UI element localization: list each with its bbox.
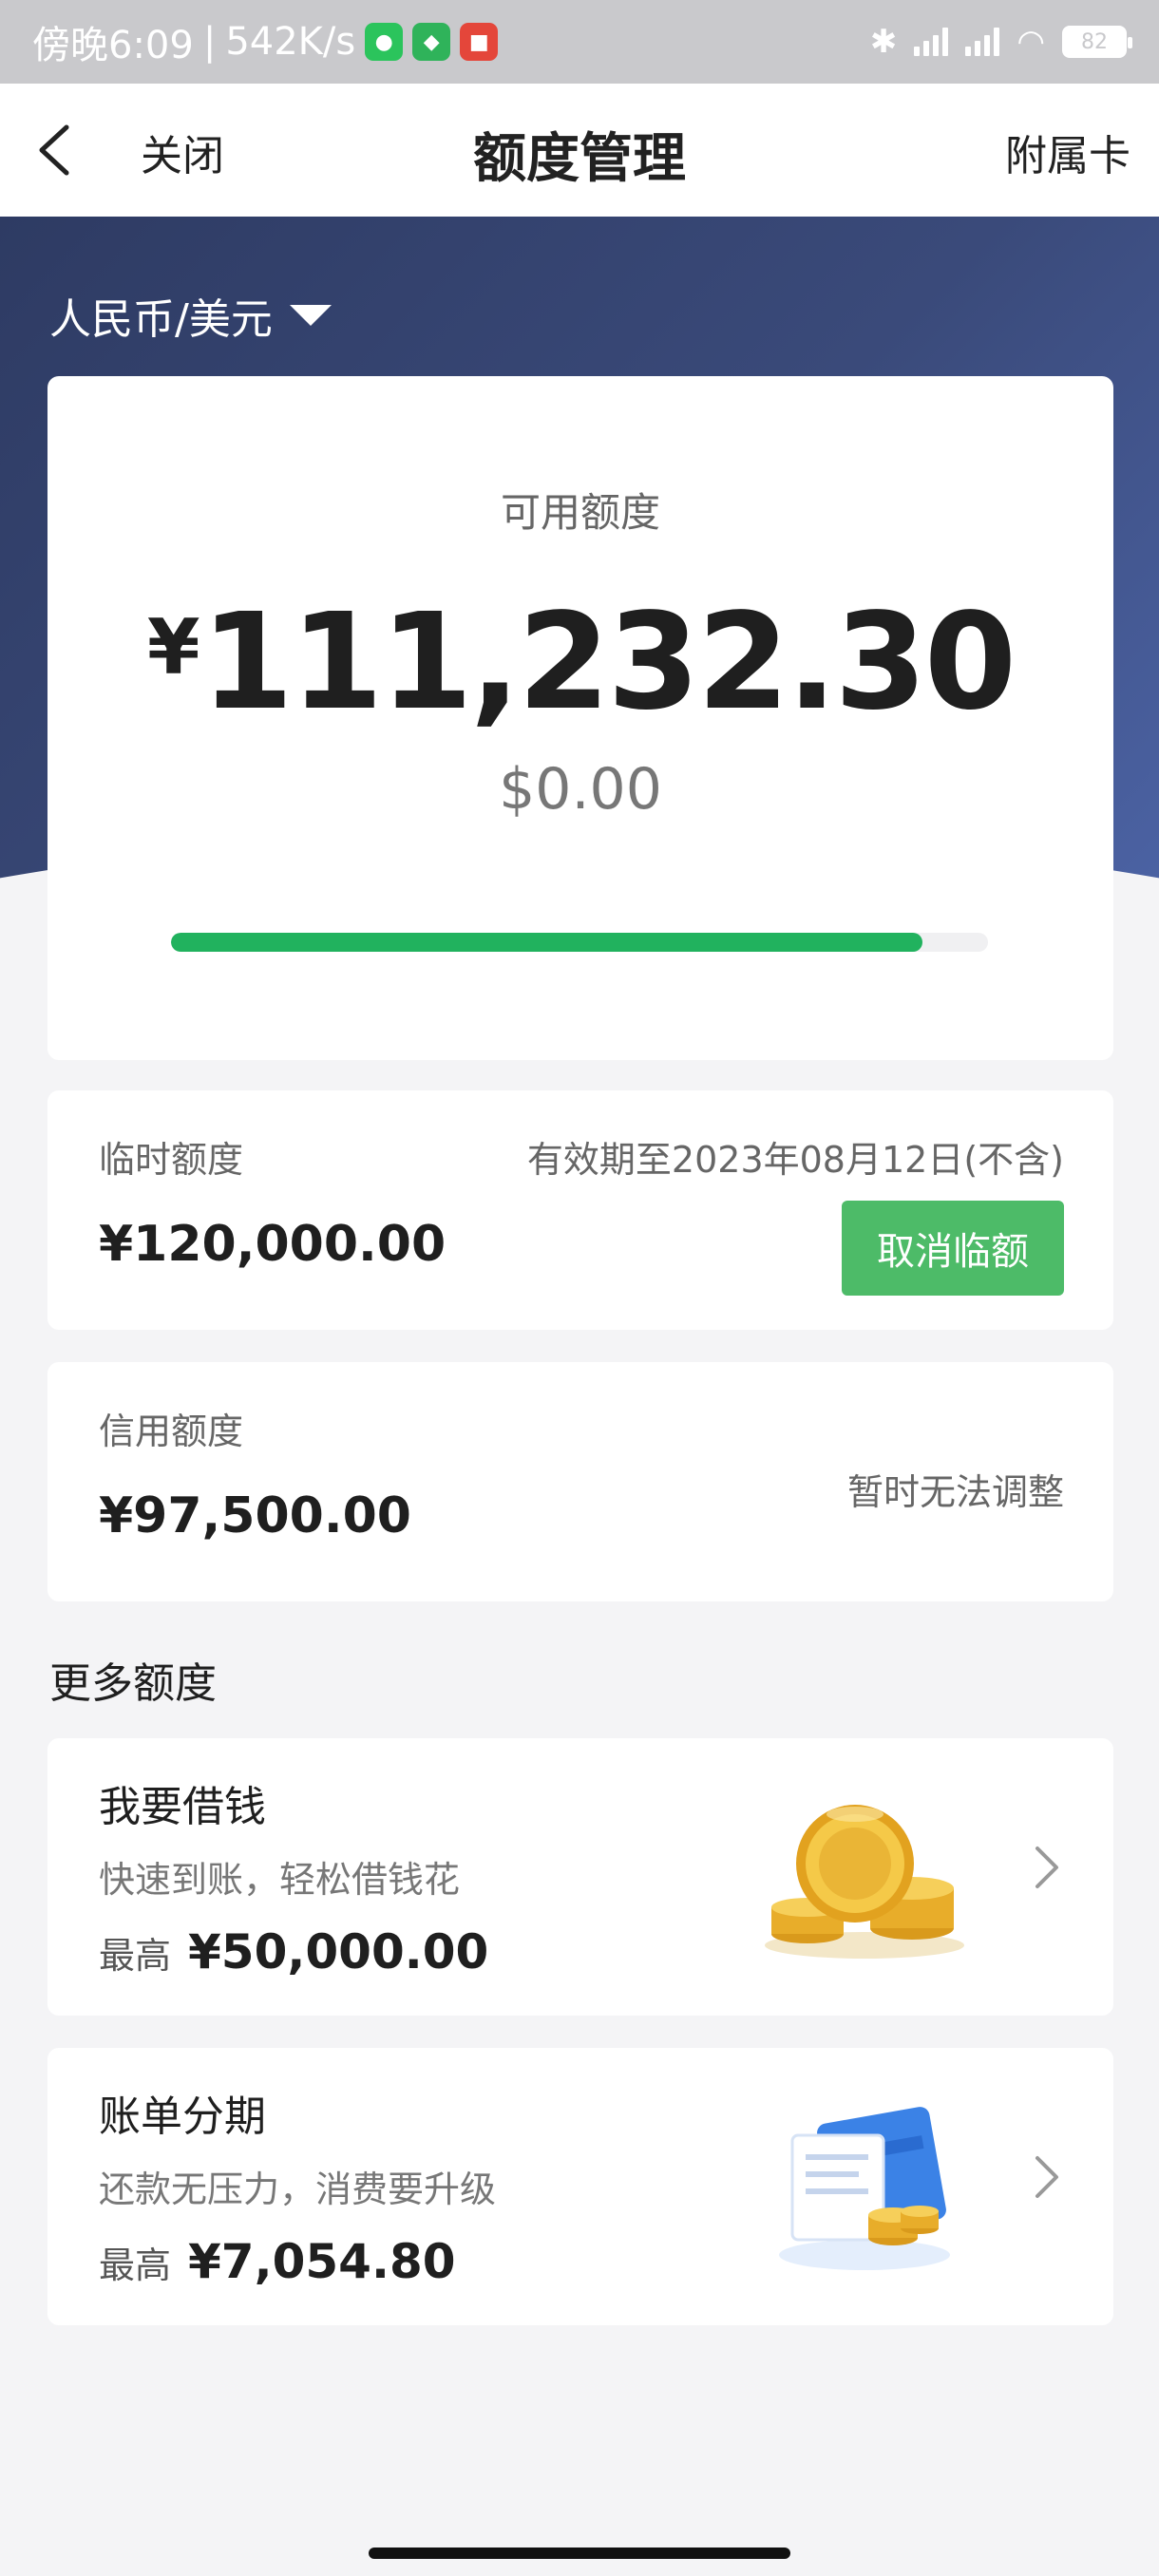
installment-max-label: 最高 xyxy=(99,2245,172,2286)
credit-limit-card: 信用额度 ¥97,500.00 暂时无法调整 xyxy=(48,1362,1113,1601)
nav-bar: 关闭 额度管理 附属卡 xyxy=(0,84,1159,217)
credit-adjust-note: 暂时无法调整 xyxy=(846,1471,1064,1513)
battery-level: 82 xyxy=(1081,29,1108,54)
signal-icon xyxy=(914,28,949,56)
credit-usage-bar xyxy=(171,933,988,952)
status-bar-left: 傍晚6:09 | 542K/s ● ◆ ■ xyxy=(32,14,499,69)
credit-limit-amount: ¥97,500.00 xyxy=(99,1487,411,1544)
loan-max-value: ¥50,000.00 xyxy=(188,1924,489,1979)
bill-card-coins-icon xyxy=(779,2107,950,2270)
gold-coins-icon xyxy=(765,1805,964,1959)
installment-subtitle: 还款无压力，消费要升级 xyxy=(99,2169,497,2210)
page-title: 额度管理 xyxy=(473,128,686,190)
caret-down-icon xyxy=(289,305,332,326)
loan-title: 我要借钱 xyxy=(99,1783,266,1831)
supplementary-card-button[interactable]: 附属卡 xyxy=(1005,122,1130,182)
more-credit-title: 更多额度 xyxy=(49,1659,217,1708)
credit-usage-fill xyxy=(171,933,923,952)
app-notification-icon: ■ xyxy=(460,23,499,61)
temporary-credit-amount: ¥120,000.00 xyxy=(99,1216,446,1273)
currency-label: 人民币/美元 xyxy=(49,295,273,344)
status-separator: | xyxy=(202,20,217,64)
shield-icon: ◆ xyxy=(412,23,451,61)
available-credit-label: 可用额度 xyxy=(500,489,660,536)
yen-symbol: ¥ xyxy=(146,603,200,691)
wechat-icon: ● xyxy=(365,23,404,61)
chevron-right-icon xyxy=(1036,1847,1058,1888)
loan-card[interactable]: 我要借钱 快速到账，轻松借钱花 最高 ¥50,000.00 xyxy=(48,1738,1113,2016)
credit-limit-label: 信用额度 xyxy=(99,1411,244,1452)
available-credit-amount: ¥111,232.30 xyxy=(48,585,1113,740)
installment-max: 最高 ¥7,054.80 xyxy=(99,2234,456,2289)
loan-max-label: 最高 xyxy=(99,1935,172,1977)
status-bar: 傍晚6:09 | 542K/s ● ◆ ■ ✱ ◠ 82 xyxy=(0,0,1159,84)
loan-max: 最高 ¥50,000.00 xyxy=(99,1924,488,1979)
network-speed: 542K/s xyxy=(225,20,356,64)
cancel-temporary-credit-button[interactable]: 取消临额 xyxy=(842,1201,1064,1296)
home-indicator[interactable] xyxy=(369,2548,790,2559)
available-usd-amount: $0.00 xyxy=(499,756,662,823)
installment-card[interactable]: 账单分期 还款无压力，消费要升级 最高 ¥7,054.80 xyxy=(48,2048,1113,2325)
chevron-right-icon xyxy=(1036,2156,1058,2198)
available-credit-value: 111,232.30 xyxy=(200,585,1017,740)
currency-selector[interactable]: 人民币/美元 xyxy=(49,285,332,346)
temporary-credit-validity: 有效期至2023年08月12日(不含) xyxy=(526,1139,1064,1181)
signal-2-icon xyxy=(965,28,1000,56)
temporary-credit-label: 临时额度 xyxy=(99,1139,244,1181)
installment-max-value: ¥7,054.80 xyxy=(188,2234,456,2289)
battery-icon: 82 xyxy=(1062,26,1132,58)
installment-title: 账单分期 xyxy=(99,2093,266,2141)
wifi-icon: ◠ xyxy=(1016,23,1045,61)
status-bar-right: ✱ ◠ 82 xyxy=(869,23,1132,61)
status-time: 傍晚6:09 xyxy=(32,24,194,67)
loan-subtitle: 快速到账，轻松借钱花 xyxy=(99,1859,461,1901)
bluetooth-icon: ✱ xyxy=(869,23,898,61)
available-credit-card: 可用额度 ¥111,232.30 $0.00 xyxy=(48,376,1113,1060)
temporary-credit-card: 临时额度 有效期至2023年08月12日(不含) ¥120,000.00 取消临… xyxy=(48,1090,1113,1330)
